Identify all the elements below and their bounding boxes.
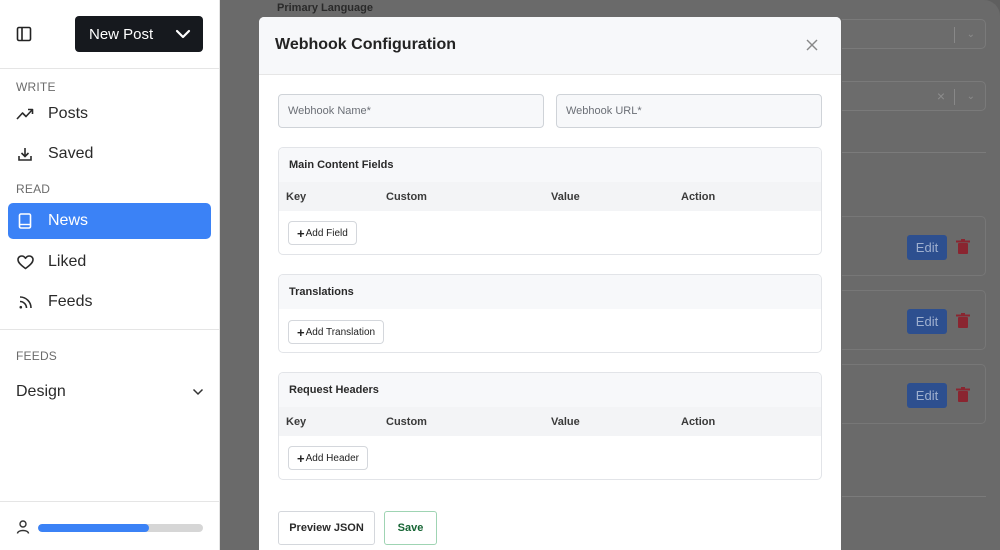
section-label-read: READ (16, 182, 51, 196)
new-post-button[interactable]: New Post (75, 16, 203, 52)
new-post-label: New Post (89, 25, 154, 43)
column-header-action: Action (681, 191, 716, 203)
sidebar-toggle-icon[interactable] (14, 24, 34, 44)
close-icon[interactable] (805, 38, 819, 52)
column-header-custom: Custom (386, 416, 427, 428)
sidebar-item-feeds[interactable]: Feeds (8, 284, 211, 320)
table-header: Key Custom Value Action (279, 182, 821, 211)
plus-icon: + (297, 450, 305, 466)
column-header-key: Key (286, 191, 307, 203)
edit-button[interactable]: Edit (907, 309, 947, 334)
add-header-button[interactable]: + Add Header (288, 446, 368, 470)
secondary-select[interactable]: × ⌄ (842, 81, 986, 111)
main-content-fields-section: Main Content Fields Key Custom Value Act… (278, 147, 822, 255)
add-header-label: Add Header (305, 452, 359, 464)
add-translation-button[interactable]: + Add Translation (288, 320, 385, 344)
sidebar-item-label: Feeds (48, 293, 93, 310)
add-field-label: Add Field (305, 227, 348, 239)
plus-icon: + (297, 324, 305, 340)
add-translation-label: Add Translation (305, 326, 376, 338)
modal-header: Webhook Configuration (259, 17, 841, 75)
column-header-value: Value (551, 416, 580, 428)
edit-button[interactable]: Edit (907, 235, 947, 260)
column-header-custom: Custom (386, 191, 427, 203)
download-icon (16, 145, 34, 163)
chevron-down-icon[interactable] (163, 16, 203, 52)
sidebar: New Post WRITE Posts Saved READ News Lik… (0, 0, 220, 550)
sidebar-item-label: News (48, 212, 89, 229)
webhook-url-input[interactable] (556, 94, 822, 128)
sidebar-item-news[interactable]: News (8, 203, 211, 239)
section-label-write: WRITE (16, 80, 56, 94)
sidebar-item-label: Saved (48, 145, 94, 162)
request-headers-section: Request Headers Key Custom Value Action … (278, 372, 822, 480)
webhook-name-input[interactable] (278, 94, 544, 128)
chevron-down-icon: ⌄ (966, 91, 975, 102)
chevron-down-icon: ⌄ (966, 29, 975, 40)
plus-icon: + (297, 225, 305, 241)
preview-json-button[interactable]: Preview JSON (278, 511, 375, 545)
edit-button[interactable]: Edit (907, 383, 947, 408)
modal-title: Webhook Configuration (275, 36, 457, 53)
table-header: Key Custom Value Action (279, 407, 821, 436)
translations-section: Translations + Add Translation (278, 274, 822, 353)
add-field-button[interactable]: + Add Field (288, 221, 357, 245)
webhook-config-modal: Webhook Configuration Main Content Field… (259, 17, 841, 550)
trending-up-icon (16, 105, 34, 123)
sidebar-footer (0, 501, 219, 550)
heart-icon (16, 253, 34, 271)
user-icon[interactable] (16, 520, 30, 534)
usage-progress-fill (38, 524, 149, 532)
sidebar-group-design[interactable]: Design (16, 380, 204, 404)
section-title: Main Content Fields (279, 148, 821, 182)
design-label: Design (16, 383, 66, 400)
primary-language-select[interactable]: ⌄ (842, 19, 986, 49)
sidebar-item-saved[interactable]: Saved (8, 136, 211, 172)
sidebar-divider (0, 329, 219, 330)
divider (842, 152, 986, 153)
rss-icon (16, 293, 34, 311)
sidebar-item-label: Posts (48, 105, 89, 122)
sidebar-item-liked[interactable]: Liked (8, 244, 211, 280)
trash-icon[interactable] (956, 313, 970, 329)
save-button[interactable]: Save (384, 511, 437, 545)
trash-icon[interactable] (956, 239, 970, 255)
webhook-card: Edit (842, 216, 986, 276)
divider (842, 496, 986, 497)
column-header-value: Value (551, 191, 580, 203)
sidebar-item-posts[interactable]: Posts (8, 96, 211, 132)
sidebar-header: New Post (0, 0, 219, 69)
section-title: Request Headers (279, 373, 821, 407)
sidebar-item-label: Liked (48, 253, 87, 270)
webhook-card: Edit (842, 290, 986, 350)
column-header-key: Key (286, 416, 307, 428)
column-header-action: Action (681, 416, 716, 428)
clear-icon[interactable]: × (937, 88, 945, 104)
primary-language-label: Primary Language (277, 2, 373, 14)
section-label-feeds: FEEDS (16, 349, 58, 363)
book-icon (16, 212, 34, 230)
usage-progress-bar (38, 524, 203, 532)
webhook-card: Edit (842, 364, 986, 424)
chevron-down-icon (192, 383, 204, 401)
section-title: Translations (279, 275, 821, 309)
trash-icon[interactable] (956, 387, 970, 403)
